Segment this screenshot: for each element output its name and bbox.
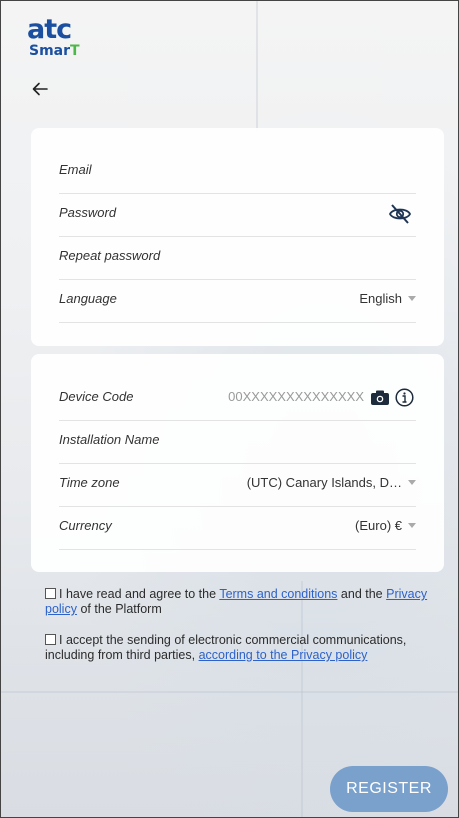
timezone-select[interactable]: Time zone (UTC) Canary Islands, D…	[59, 463, 416, 507]
logo-smart-part2: T	[70, 43, 80, 59]
communications-consent: I accept the sending of electronic comme…	[45, 633, 435, 663]
language-value: English	[359, 291, 416, 306]
terms-mid-text: and the	[340, 587, 383, 601]
dropdown-caret-icon	[408, 296, 416, 302]
timezone-value: (UTC) Canary Islands, D…	[247, 475, 416, 490]
language-label: Language	[59, 291, 117, 306]
device-code-label: Device Code	[59, 389, 134, 404]
password-field[interactable]: Password	[59, 193, 416, 237]
currency-label: Currency	[59, 518, 112, 533]
terms-suffix-text: of the Platform	[80, 602, 162, 616]
camera-icon[interactable]	[370, 389, 390, 406]
currency-selected-text: (Euro) €	[355, 518, 402, 533]
eye-slash-icon[interactable]	[388, 203, 412, 225]
back-arrow-icon[interactable]	[28, 77, 52, 101]
terms-checkbox[interactable]	[45, 588, 56, 599]
email-label: Email	[59, 162, 92, 177]
terms-consent: I have read and agree to the Terms and c…	[45, 587, 435, 617]
app-screen: atc SmarT Email Password Repeat password…	[0, 0, 459, 818]
atc-smart-logo: atc SmarT	[27, 15, 91, 65]
dropdown-caret-icon	[408, 480, 416, 486]
email-field[interactable]: Email	[59, 150, 416, 194]
repeat-password-field[interactable]: Repeat password	[59, 236, 416, 280]
account-card: Email Password Repeat password Language …	[31, 128, 444, 346]
currency-value: (Euro) €	[355, 518, 416, 533]
info-icon[interactable]	[395, 388, 414, 407]
timezone-label: Time zone	[59, 475, 120, 490]
logo-atc-text: atc	[27, 14, 72, 45]
terms-prefix-text: I have read and agree to the	[59, 587, 217, 601]
logo-smart-part1: Smar	[29, 43, 71, 59]
communications-privacy-link[interactable]: according to the Privacy policy	[199, 648, 368, 662]
repeat-password-label: Repeat password	[59, 248, 161, 263]
password-label: Password	[59, 205, 117, 220]
communications-checkbox[interactable]	[45, 634, 56, 645]
language-selected-text: English	[359, 291, 402, 306]
timezone-selected-text: (UTC) Canary Islands, D…	[246, 475, 402, 490]
language-select[interactable]: Language English	[59, 279, 416, 323]
background-decor	[256, 1, 258, 131]
currency-select[interactable]: Currency (Euro) €	[59, 506, 416, 550]
background-decor	[1, 691, 458, 693]
dropdown-caret-icon	[408, 523, 416, 529]
installation-card: Device Code 00XXXXXXXXXXXXXX Installatio…	[31, 354, 444, 572]
terms-link[interactable]: Terms and conditions	[219, 587, 337, 601]
device-code-field[interactable]: Device Code 00XXXXXXXXXXXXXX	[59, 377, 416, 421]
logo-smart-text: SmarT	[29, 43, 80, 59]
installation-name-field[interactable]: Installation Name	[59, 420, 416, 464]
installation-name-label: Installation Name	[59, 432, 160, 447]
device-code-placeholder: 00XXXXXXXXXXXXXX	[228, 389, 364, 404]
register-button[interactable]: REGISTER	[330, 766, 448, 812]
